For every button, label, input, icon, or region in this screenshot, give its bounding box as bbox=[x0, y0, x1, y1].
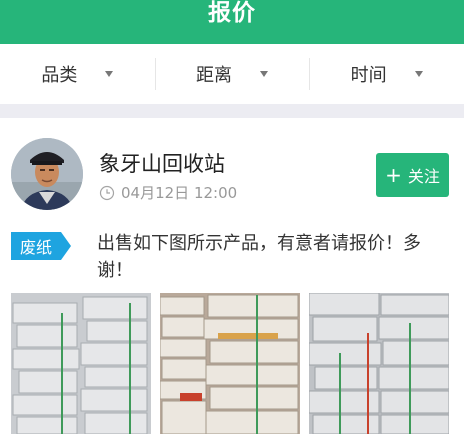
caret-down-icon bbox=[105, 71, 114, 77]
product-photo[interactable] bbox=[160, 293, 300, 434]
poster-name: 象牙山回收站 bbox=[99, 152, 225, 176]
filter-distance-label: 距离 bbox=[196, 65, 232, 86]
plus-icon: + bbox=[385, 163, 402, 187]
category-tag: 废纸 bbox=[11, 232, 71, 260]
post-time: 04月12日 12:00 bbox=[99, 182, 237, 203]
app-header: 报价 bbox=[0, 0, 464, 44]
post-time-text: 04月12日 12:00 bbox=[121, 184, 238, 202]
follow-button[interactable]: + 关注 bbox=[376, 153, 449, 197]
post-description: 出售如下图所示产品，有意者请报价！多谢！ bbox=[97, 233, 421, 281]
section-divider bbox=[0, 104, 464, 118]
filter-time[interactable]: 时间 bbox=[309, 44, 464, 104]
caret-down-icon bbox=[414, 71, 423, 77]
filter-bar: 品类 距离 时间 bbox=[0, 44, 464, 104]
product-photo[interactable] bbox=[11, 293, 151, 434]
category-tag-label: 废纸 bbox=[19, 238, 52, 257]
follow-button-label: 关注 bbox=[407, 167, 440, 186]
avatar[interactable] bbox=[11, 138, 83, 210]
filter-distance[interactable]: 距离 bbox=[154, 44, 310, 104]
photo-gallery bbox=[11, 293, 449, 434]
caret-down-icon bbox=[260, 71, 268, 77]
filter-category-label: 品类 bbox=[41, 65, 78, 86]
clock-icon bbox=[99, 185, 115, 200]
filter-time-label: 时间 bbox=[350, 65, 387, 86]
product-photo[interactable] bbox=[309, 293, 449, 434]
filter-category[interactable]: 品类 bbox=[0, 44, 155, 104]
page-title: 报价 bbox=[208, 0, 256, 26]
